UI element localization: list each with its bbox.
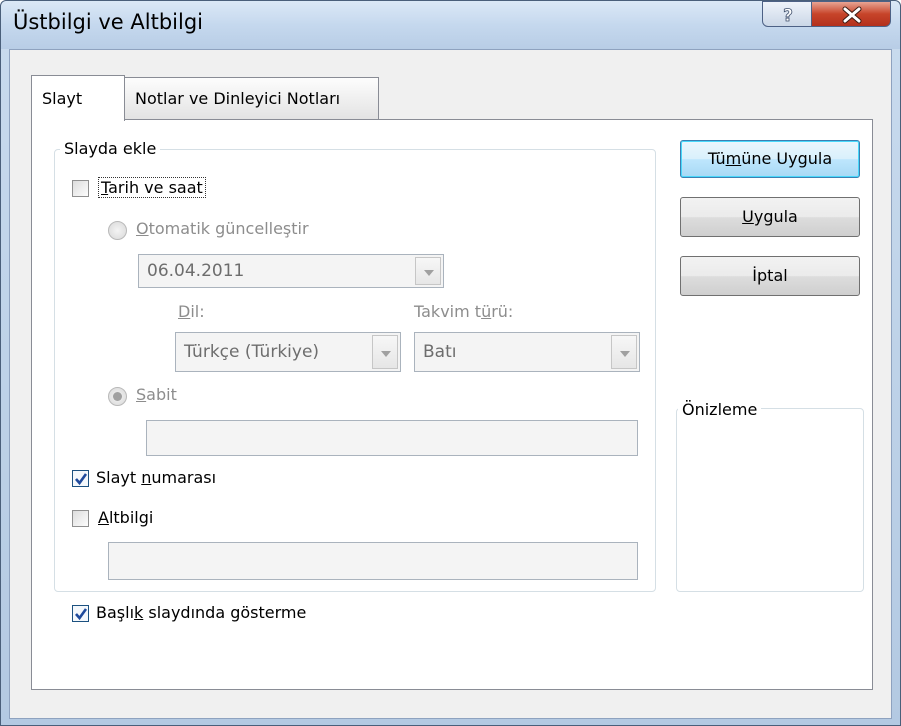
tab-slide[interactable]: Slayt — [31, 75, 125, 121]
slide-number-label[interactable]: Slayt numarası — [96, 468, 216, 487]
tab-panel: Slayda ekle Tarih ve saat Otomatik günce… — [31, 119, 873, 690]
language-dropdown-button[interactable] — [372, 335, 398, 369]
calendar-type-value: Batı — [423, 342, 457, 362]
auto-update-radio[interactable] — [108, 221, 127, 240]
chevron-down-icon — [620, 351, 630, 357]
calendar-type-dropdown[interactable]: Batı — [414, 332, 640, 372]
footer-input[interactable] — [108, 542, 638, 580]
radio-selected-dot — [113, 392, 122, 401]
preview-label: Önizleme — [678, 400, 762, 419]
tab-notes[interactable]: Notlar ve Dinleyici Notları — [124, 77, 379, 119]
dont-show-on-title-slide-checkbox[interactable] — [72, 605, 89, 622]
title-bar[interactable]: Üstbilgi ve Altbilgi ? — [1, 1, 900, 49]
close-icon — [842, 6, 862, 24]
calendar-type-label: Takvim türü: — [414, 302, 514, 321]
date-format-dropdown-button[interactable] — [415, 257, 441, 285]
window-title: Üstbilgi ve Altbilgi — [13, 10, 204, 34]
include-on-slide-label: Slayda ekle — [60, 139, 161, 158]
checkmark-icon — [75, 608, 88, 621]
fixed-radio[interactable] — [108, 387, 127, 406]
calendar-type-dropdown-button[interactable] — [611, 335, 637, 369]
slide-number-checkbox[interactable] — [72, 470, 89, 487]
svg-text:?: ? — [783, 6, 793, 26]
date-time-label[interactable]: Tarih ve saat — [98, 177, 206, 198]
help-button[interactable]: ? — [762, 1, 812, 27]
auto-update-label: Otomatik güncelleştir — [136, 219, 309, 238]
chevron-down-icon — [381, 351, 391, 357]
language-dropdown[interactable]: Türkçe (Türkiye) — [175, 332, 401, 372]
cancel-button[interactable]: İptal — [680, 256, 860, 296]
dont-show-on-title-slide-label[interactable]: Başlık slaydında gösterme — [96, 603, 306, 622]
help-icon: ? — [783, 6, 794, 27]
footer-label[interactable]: Altbilgi — [98, 508, 153, 527]
chevron-down-icon — [424, 270, 434, 276]
checkmark-icon — [75, 473, 88, 486]
dialog-window: Üstbilgi ve Altbilgi ? Slayt Notlar ve D… — [0, 0, 901, 726]
footer-checkbox[interactable] — [72, 510, 89, 527]
language-value: Türkçe (Türkiye) — [184, 342, 320, 362]
date-time-checkbox[interactable] — [72, 180, 89, 197]
close-button[interactable] — [811, 1, 891, 27]
fixed-label: Sabit — [136, 385, 177, 404]
date-format-dropdown[interactable]: 06.04.2011 — [138, 254, 444, 288]
tab-slide-label: Slayt — [42, 89, 83, 108]
language-label: Dil: — [178, 302, 205, 321]
preview-group — [676, 408, 864, 592]
apply-to-all-button[interactable]: Tümüne Uygula — [680, 140, 860, 178]
date-format-value: 06.04.2011 — [147, 261, 245, 281]
tab-notes-label: Notlar ve Dinleyici Notları — [135, 89, 341, 108]
fixed-date-input[interactable] — [146, 420, 638, 456]
apply-button[interactable]: Uygula — [680, 197, 860, 237]
